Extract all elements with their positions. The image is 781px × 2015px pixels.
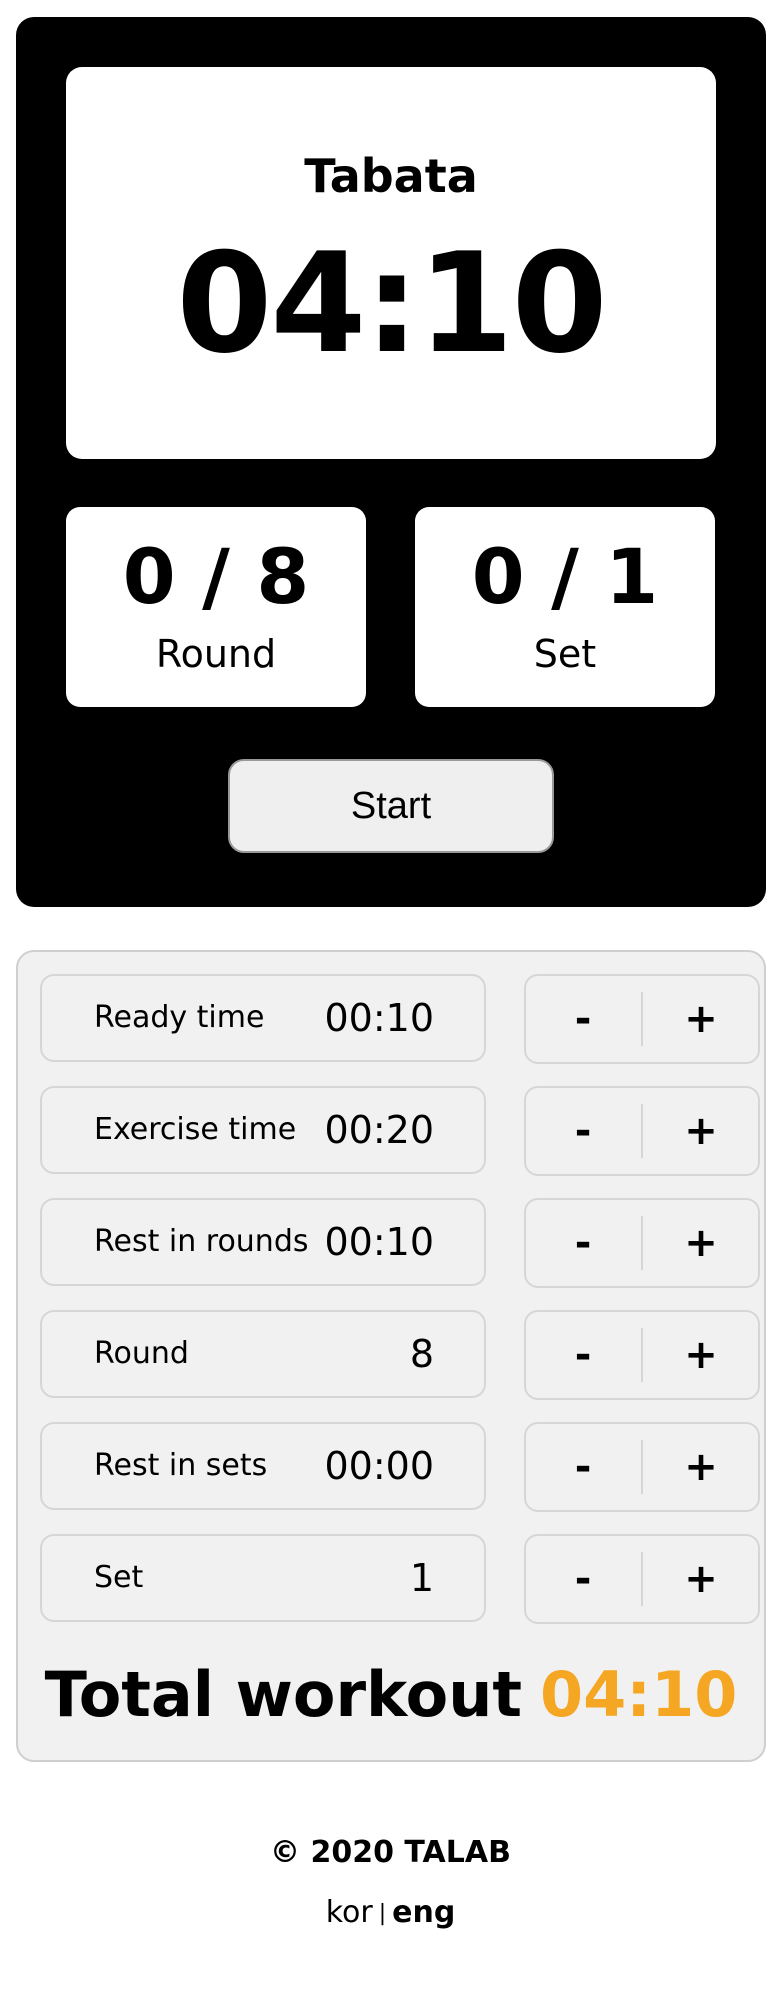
setting-field: Exercise time 00:20 <box>40 1086 486 1174</box>
setting-value: 00:00 <box>324 1444 434 1488</box>
setting-label: Ready time <box>94 1000 265 1035</box>
setting-label: Exercise time <box>94 1112 297 1147</box>
setting-value: 00:10 <box>324 996 434 1040</box>
increase-ready-time-button[interactable]: + <box>644 976 758 1062</box>
copyright: © 2020 TALAB <box>270 1835 511 1870</box>
setting-value: 00:20 <box>324 1108 434 1152</box>
round-counter-value: 0 / 8 <box>122 532 310 621</box>
total-workout: Total workout 04:10 <box>18 1664 764 1726</box>
round-stepper: - + <box>524 1310 760 1400</box>
setting-label: Rest in rounds <box>94 1224 309 1259</box>
stepper-divider <box>641 1552 643 1606</box>
stepper-divider <box>641 1328 643 1382</box>
set-counter-value: 0 / 1 <box>471 532 659 621</box>
setting-row-rest-in-sets: Rest in sets 00:00 - + <box>40 1422 760 1512</box>
decrease-set-button[interactable]: - <box>526 1536 640 1622</box>
rest-in-sets-stepper: - + <box>524 1422 760 1512</box>
setting-field: Round 8 <box>40 1310 486 1398</box>
language-link-eng[interactable]: eng <box>392 1895 455 1930</box>
setting-row-round: Round 8 - + <box>40 1310 760 1400</box>
main-timer-display: Tabata 04:10 <box>66 67 716 459</box>
setting-field: Rest in rounds 00:10 <box>40 1198 486 1286</box>
increase-exercise-time-button[interactable]: + <box>644 1088 758 1174</box>
stepper-divider <box>641 1216 643 1270</box>
setting-value: 00:10 <box>324 1220 434 1264</box>
total-workout-label: Total workout <box>44 1658 522 1731</box>
decrease-exercise-time-button[interactable]: - <box>526 1088 640 1174</box>
rest-in-rounds-stepper: - + <box>524 1198 760 1288</box>
round-counter-label: Round <box>155 632 277 676</box>
set-counter: 0 / 1 Set <box>415 507 715 707</box>
setting-row-exercise-time: Exercise time 00:20 - + <box>40 1086 760 1176</box>
decrease-rest-in-sets-button[interactable]: - <box>526 1424 640 1510</box>
setting-label: Rest in sets <box>94 1448 268 1483</box>
decrease-rest-in-rounds-button[interactable]: - <box>526 1200 640 1286</box>
language-separator: | <box>378 1901 387 1926</box>
settings-panel: Ready time 00:10 - + Exercise time 00:20… <box>16 950 766 1762</box>
increase-round-button[interactable]: + <box>644 1312 758 1398</box>
increase-rest-in-sets-button[interactable]: + <box>644 1424 758 1510</box>
increase-rest-in-rounds-button[interactable]: + <box>644 1200 758 1286</box>
round-counter: 0 / 8 Round <box>66 507 366 707</box>
stepper-divider <box>641 992 643 1046</box>
language-switch: kor | eng <box>0 1898 781 1928</box>
setting-field: Set 1 <box>40 1534 486 1622</box>
setting-field: Rest in sets 00:00 <box>40 1422 486 1510</box>
remaining-time: 04:10 <box>176 223 607 384</box>
decrease-ready-time-button[interactable]: - <box>526 976 640 1062</box>
setting-field: Ready time 00:10 <box>40 974 486 1062</box>
decrease-round-button[interactable]: - <box>526 1312 640 1398</box>
setting-label: Round <box>94 1336 189 1371</box>
exercise-time-stepper: - + <box>524 1086 760 1176</box>
timer-panel: Tabata 04:10 0 / 8 Round 0 / 1 Set Start <box>16 17 766 907</box>
language-link-kor[interactable]: kor <box>326 1895 373 1930</box>
stepper-divider <box>641 1440 643 1494</box>
stepper-divider <box>641 1104 643 1158</box>
setting-row-ready-time: Ready time 00:10 - + <box>40 974 760 1064</box>
set-stepper: - + <box>524 1534 760 1624</box>
set-counter-label: Set <box>533 632 597 676</box>
total-workout-time: 04:10 <box>540 1658 738 1731</box>
setting-label: Set <box>94 1560 144 1595</box>
setting-row-rest-in-rounds: Rest in rounds 00:10 - + <box>40 1198 760 1288</box>
ready-time-stepper: - + <box>524 974 760 1064</box>
timer-mode-title: Tabata <box>304 149 478 203</box>
setting-row-set: Set 1 - + <box>40 1534 760 1624</box>
setting-value: 1 <box>409 1556 434 1600</box>
increase-set-button[interactable]: + <box>644 1536 758 1622</box>
start-button[interactable]: Start <box>228 759 554 853</box>
setting-value: 8 <box>409 1332 434 1376</box>
